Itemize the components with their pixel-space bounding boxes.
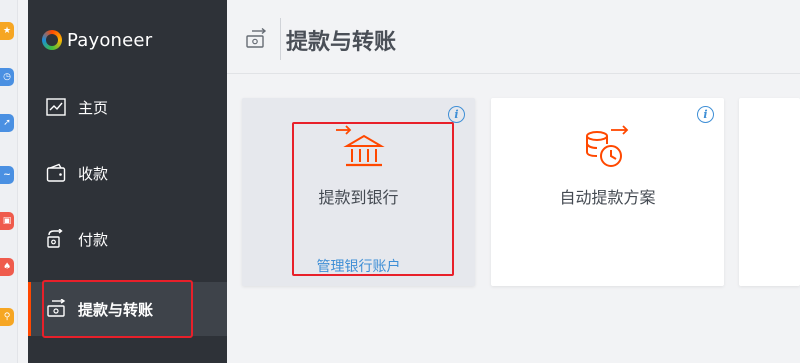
- sidebar-item-receive[interactable]: 收款: [28, 148, 227, 198]
- wave-extension-icon[interactable]: ~: [0, 166, 14, 184]
- browser-extension-strip: ★ ◷ ➚ ~ ▣ ♠ ⚲: [0, 0, 18, 363]
- info-icon[interactable]: i: [448, 106, 465, 123]
- partial-card[interactable]: [739, 98, 800, 286]
- header-divider: [280, 18, 281, 60]
- brand-name: Payoneer: [67, 29, 153, 51]
- sidebar-item-label: 收款: [78, 164, 109, 183]
- coins-clock-icon: [581, 122, 633, 170]
- payoneer-logo-icon: [42, 30, 62, 50]
- page-header: 提款与转账: [227, 0, 800, 74]
- sidebar-item-label: 主页: [78, 98, 109, 117]
- auto-withdraw-plan-card[interactable]: i 自动提款方案: [491, 98, 724, 286]
- bank-icon: [334, 122, 386, 170]
- transfer-icon: [244, 27, 268, 50]
- manage-bank-accounts-link[interactable]: 管理银行账户: [242, 256, 475, 276]
- sidebar-item-label: 提款与转账: [78, 300, 154, 319]
- withdraw-to-bank-card[interactable]: i 提款到银行 管理银行账户: [242, 98, 475, 286]
- star-extension-icon[interactable]: ★: [0, 22, 14, 40]
- acrobat-extension-icon[interactable]: ♠: [0, 258, 14, 276]
- search-extension-icon[interactable]: ⚲: [0, 308, 14, 326]
- card-title: 提款到银行: [318, 188, 399, 207]
- sidebar-item-withdraw-transfer[interactable]: 提款与转账: [28, 282, 227, 336]
- arrow-extension-icon[interactable]: ➚: [0, 114, 14, 132]
- sidebar-item-home[interactable]: 主页: [28, 82, 227, 132]
- card-title: 自动提款方案: [559, 188, 656, 207]
- info-icon[interactable]: i: [697, 106, 714, 123]
- sidebar-item-label: 付款: [78, 230, 109, 249]
- wallet-icon: [46, 163, 66, 183]
- pdf-extension-icon[interactable]: ▣: [0, 212, 14, 230]
- brand-logo[interactable]: Payoneer: [42, 28, 152, 52]
- clock-extension-icon[interactable]: ◷: [0, 68, 14, 86]
- transfer-icon: [46, 299, 66, 319]
- payment-icon: [46, 229, 66, 249]
- sidebar-item-pay[interactable]: 付款: [28, 214, 227, 264]
- sidebar: Payoneer 主页 收款 付款 提款与转账: [28, 0, 227, 363]
- page-title: 提款与转账: [286, 30, 397, 55]
- chart-icon: [46, 97, 66, 117]
